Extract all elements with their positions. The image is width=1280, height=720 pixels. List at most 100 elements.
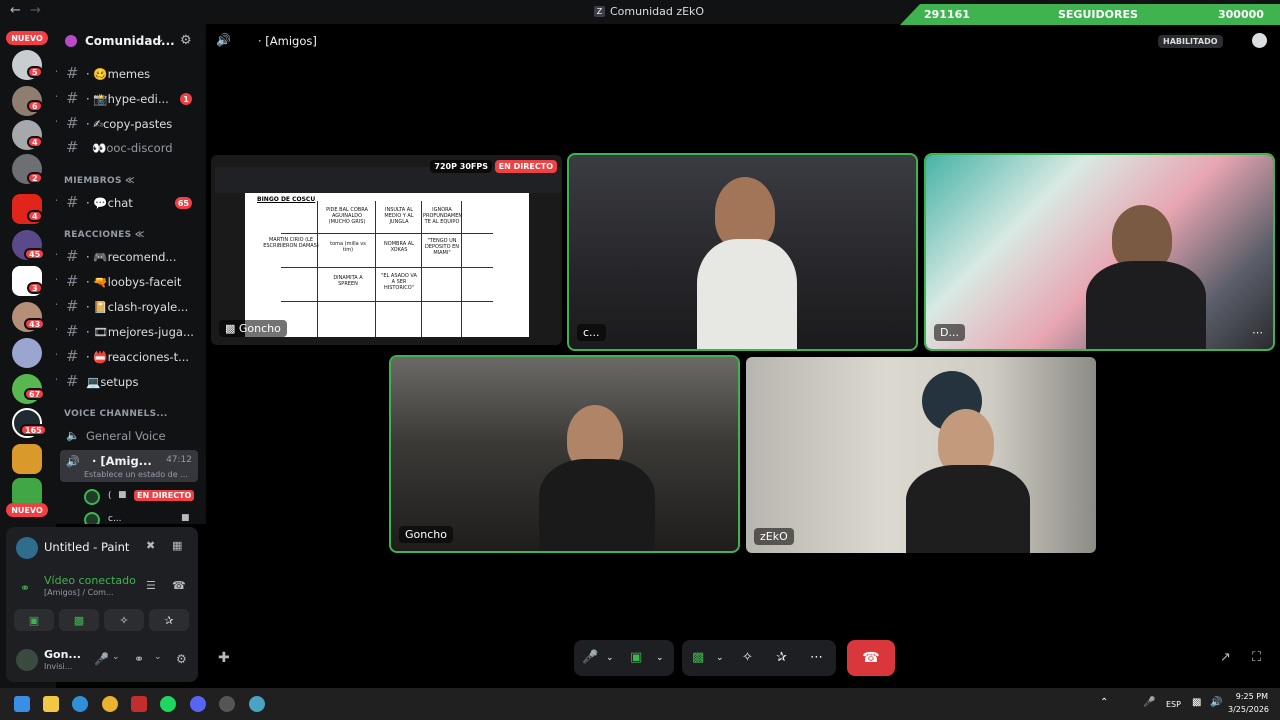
microphone-icon[interactable]: 🎤 — [1143, 697, 1155, 708]
thread-item[interactable]: # 👀ooc-discord — [56, 137, 206, 159]
channel-item[interactable]: ▶ # · 💬chat 65 — [56, 192, 206, 214]
noise-suppression-icon[interactable]: ☰ — [146, 579, 156, 592]
more-options-icon[interactable]: ⋯ — [1252, 326, 1263, 339]
category-miembros[interactable]: MIEMBROS ≪ — [64, 176, 135, 186]
server-icon[interactable] — [12, 444, 42, 474]
bingo-cell: INSULTA AL MEDIO Y AL JUNGLA — [384, 207, 414, 225]
language-indicator[interactable]: ESP — [1166, 700, 1181, 709]
channel-item[interactable]: ▶ # · 📔clash-royale... — [56, 296, 206, 318]
connection-status: Vídeo conectado — [44, 574, 136, 587]
habilitado-badge[interactable]: HABILITADO — [1158, 35, 1223, 48]
server-badge: 67 — [24, 388, 46, 400]
media-app-icon[interactable] — [131, 696, 147, 712]
caret-icon: ▶ — [56, 325, 57, 333]
participant-video — [906, 465, 1030, 553]
soundboard-button[interactable]: ✰ — [149, 609, 189, 631]
caret-icon: ▶ — [56, 117, 57, 125]
live-badge: EN DIRECTO — [134, 490, 195, 501]
activities-button[interactable]: ✧ — [104, 609, 144, 631]
chat-icon[interactable] — [1252, 33, 1267, 48]
bingo-cell: "TENGO UN DEPOSITO EN MIAMI" — [424, 238, 460, 256]
edge-icon[interactable] — [72, 696, 88, 712]
channel-item[interactable]: ▶ # · ✍copy-pastes — [56, 113, 206, 135]
network-icon[interactable]: ▩ — [1192, 697, 1201, 708]
signal-icon[interactable]: ⚭ — [20, 581, 30, 595]
channel-item[interactable]: ▶ # · 🥴memes — [56, 63, 206, 85]
channel-item[interactable]: ▶ # · 📛reacciones-t... — [56, 346, 206, 368]
paint-icon[interactable] — [249, 696, 265, 712]
call-channel-name: · [Amigos] — [258, 34, 317, 48]
tile-label: ▩ Goncho — [219, 320, 287, 337]
clock-date[interactable]: 3/25/2026 — [1228, 705, 1269, 714]
category-reacciones[interactable]: REACCIONES ≪ — [64, 230, 145, 240]
channel-item[interactable]: ▶ # · 🎞mejores-juga... — [56, 321, 206, 343]
disconnect-icon[interactable]: ☎ — [172, 579, 186, 592]
follower-target: 300000 — [1218, 8, 1264, 21]
microphone-icon[interactable]: 🎤 — [582, 650, 598, 665]
server-badge: 45 — [24, 248, 46, 260]
popout-icon[interactable]: ↗ — [1220, 650, 1231, 665]
voice-channel-item[interactable]: 🔈 General Voice — [56, 425, 206, 447]
voice-channel-active[interactable]: 🔊 · [Amig... 47:12 Establece un estado d… — [60, 450, 198, 482]
chevron-down-icon[interactable]: ⌄ — [716, 653, 724, 663]
video-tile[interactable]: Goncho — [389, 355, 740, 553]
voice-user[interactable]: c... ■ — [84, 512, 204, 524]
share-screen-button[interactable]: ▩ — [59, 609, 99, 631]
discord-icon[interactable] — [190, 696, 206, 712]
video-tile[interactable]: zEkO — [746, 357, 1096, 553]
screen-share-tile[interactable]: BINGO DE COSCU PIDE BAL COBRA AGUINALDO … — [211, 155, 562, 345]
chrome-icon[interactable] — [102, 696, 118, 712]
server-badge: 43 — [24, 318, 46, 330]
server-badge: 4 — [27, 136, 43, 148]
camera-icon[interactable]: ▣ — [630, 650, 642, 665]
back-arrow-icon[interactable]: ← — [10, 3, 21, 18]
set-status-hint[interactable]: Establece un estado de ... — [84, 470, 188, 479]
obs-icon[interactable] — [219, 696, 235, 712]
more-options-icon[interactable]: ⋯ — [810, 650, 823, 665]
hang-up-button[interactable]: ☎ — [847, 640, 895, 676]
video-tile[interactable]: D... ⋯ — [924, 153, 1275, 351]
activities-icon[interactable]: ✧ — [742, 650, 753, 665]
window-title: Z Comunidad zEkO — [594, 5, 704, 18]
windows-start-icon[interactable] — [14, 696, 30, 712]
chevron-down-icon[interactable]: ⌄ — [156, 34, 164, 45]
channel-item[interactable]: ▶ # · 🔫loobys-faceit — [56, 271, 206, 293]
channel-item[interactable]: ▶ # · 📸hype-edi... 1 — [56, 88, 206, 110]
connection-channel[interactable]: [Amigos] / Com... — [44, 588, 114, 597]
participant-video — [697, 239, 797, 349]
avatar — [84, 489, 100, 505]
soundboard-icon[interactable]: ✰ — [776, 650, 787, 665]
hash-icon: # — [66, 193, 79, 211]
channel-item[interactable]: ▶ # 💻setups — [56, 371, 206, 393]
stream-settings-icon[interactable]: ▦ — [172, 539, 186, 553]
chevron-down-icon[interactable]: ⌄ — [606, 653, 614, 663]
hash-icon: # — [66, 272, 79, 290]
participant-video — [1086, 261, 1206, 349]
volume-icon[interactable]: 🔊 — [1210, 697, 1222, 708]
stop-stream-icon[interactable]: ✖ — [146, 539, 160, 553]
server-header[interactable]: Comunidad... ⌄ ⚙ — [56, 24, 206, 58]
spotify-icon[interactable] — [160, 696, 176, 712]
screen-share-icon[interactable]: ▩ — [692, 650, 704, 665]
video-tile[interactable]: c... — [567, 153, 918, 351]
activity-row[interactable]: Untitled - Paint ✖ ▦ — [16, 535, 188, 565]
fullscreen-icon[interactable]: ⛶ — [1252, 650, 1261, 665]
invite-people-icon[interactable]: ⚙ — [180, 33, 192, 48]
chevron-up-icon[interactable]: ⌃ — [1100, 697, 1108, 708]
server-icon[interactable] — [12, 338, 42, 368]
camera-button[interactable]: ▣ — [14, 609, 54, 631]
forward-arrow-icon[interactable]: → — [30, 3, 41, 18]
share-controls: ▩ ⌄ ✧ ✰ ⋯ — [682, 640, 836, 676]
voice-user[interactable]: ( ■ EN DIRECTO — [84, 489, 204, 505]
server-badge: 3 — [27, 282, 43, 294]
clock-time[interactable]: 9:25 PM — [1234, 692, 1268, 701]
discord-logo-icon: Z — [594, 6, 605, 17]
grid-line — [281, 233, 493, 234]
file-explorer-icon[interactable] — [43, 696, 59, 712]
hash-icon: # — [66, 64, 79, 82]
channel-item[interactable]: ▶ # · 🎮recomend... — [56, 246, 206, 268]
category-voice[interactable]: VOICE CHANNELS... — [64, 409, 168, 419]
call-header: 🔊 · [Amigos] HABILITADO — [206, 24, 1280, 58]
chevron-down-icon[interactable]: ⌄ — [656, 653, 664, 663]
add-friend-icon[interactable]: ✚ — [218, 650, 230, 666]
